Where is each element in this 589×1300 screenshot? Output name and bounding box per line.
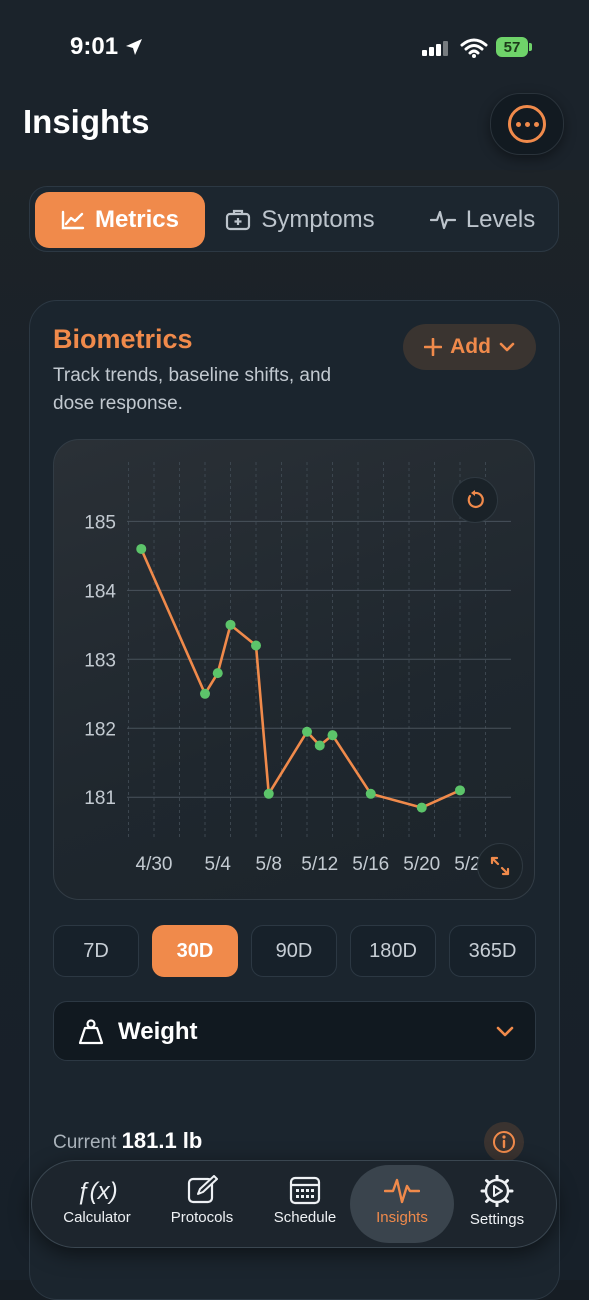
data-point: [263, 788, 274, 799]
range-label: 180D: [369, 939, 417, 962]
edit-icon: [187, 1175, 218, 1204]
tab-settings-label: Settings: [469, 1211, 525, 1228]
tab-levels-label: Levels: [465, 206, 536, 233]
current-value: Current 181.1 lb: [53, 1128, 202, 1154]
x-tick-label: 5/8: [256, 854, 282, 875]
wifi-icon: [460, 38, 488, 58]
plus-icon: [424, 338, 443, 356]
range-30d-button[interactable]: 30D: [152, 925, 238, 977]
gear-icon: [480, 1175, 514, 1207]
range-180d-button[interactable]: 180D: [350, 925, 436, 977]
current-label: Current: [53, 1132, 117, 1153]
scale-weight-icon: [78, 1019, 104, 1045]
card-title: Biometrics: [53, 324, 193, 354]
status-time: 9:01: [70, 33, 119, 60]
range-7d-button[interactable]: 7D: [53, 925, 139, 977]
x-tick-label: 4/30: [136, 854, 173, 875]
y-tick-label: 183: [84, 650, 116, 671]
reset-zoom-button[interactable]: [452, 477, 498, 523]
x-tick-label: 5/16: [352, 854, 389, 875]
range-365d-button[interactable]: 365D: [449, 925, 536, 977]
chart-container: 185 184 183 182 181 4/30 5/4 5/8 5/12 5/16 5/20 5/2…: [53, 439, 535, 900]
chevron-down-icon: [499, 342, 515, 352]
pulse-icon: [384, 1178, 420, 1204]
page-title: Insights: [23, 103, 150, 140]
chart-line-icon: [61, 210, 85, 230]
battery-level: 57: [503, 38, 521, 56]
data-point: [314, 740, 325, 751]
info-icon: [493, 1131, 515, 1153]
status-bar: 9:01 57: [0, 0, 589, 90]
battery-indicator: 57: [496, 37, 528, 57]
data-point: [455, 785, 465, 796]
more-icon: [508, 105, 546, 143]
tab-protocols[interactable]: Protocols: [150, 1165, 254, 1243]
tab-levels[interactable]: Levels: [405, 192, 560, 248]
data-point: [136, 543, 147, 554]
function-icon: ƒ(x): [76, 1178, 117, 1205]
add-button-label: Add: [450, 335, 491, 358]
range-label: 90D: [275, 939, 313, 962]
data-point: [225, 619, 236, 630]
tab-metrics[interactable]: Metrics: [35, 192, 205, 248]
range-label: 365D: [468, 939, 517, 962]
tab-calculator[interactable]: ƒ(x) Calculator: [45, 1165, 149, 1243]
data-point: [212, 668, 223, 679]
x-tick-label: 5/12: [301, 854, 338, 875]
data-point: [327, 730, 338, 741]
tab-insights[interactable]: Insights: [350, 1165, 454, 1243]
expand-icon: [490, 856, 510, 876]
y-tick-label: 185: [84, 512, 116, 533]
tab-symptoms[interactable]: Symptoms: [210, 192, 390, 248]
tab-schedule[interactable]: Schedule: [253, 1165, 357, 1243]
data-point: [200, 688, 210, 699]
data-point: [416, 802, 427, 813]
svg-text:ƒ(x): ƒ(x): [76, 1178, 117, 1205]
data-point: [251, 640, 261, 651]
metric-selector-value: Weight: [118, 1018, 198, 1045]
battery-tip: [529, 43, 532, 51]
insights-segmented-control: Metrics Symptoms Levels: [29, 186, 559, 252]
data-point: [365, 788, 376, 799]
more-options-button[interactable]: [490, 93, 564, 155]
reset-icon: [467, 490, 484, 509]
calendar-icon: [289, 1176, 321, 1205]
y-tick-label: 181: [84, 788, 116, 809]
add-button[interactable]: Add: [403, 324, 536, 370]
cellular-signal-icon: [422, 41, 448, 56]
current-weight: 181.1 lb: [121, 1128, 203, 1153]
tab-symptoms-label: Symptoms: [261, 206, 375, 233]
expand-chart-button[interactable]: [477, 843, 523, 889]
data-point: [302, 726, 312, 737]
range-90d-button[interactable]: 90D: [251, 925, 337, 977]
pulse-icon: [429, 210, 456, 230]
x-tick-label: 5/4: [205, 854, 232, 875]
card-subtitle: Track trends, baseline shifts, and dose …: [53, 365, 332, 414]
tab-metrics-label: Metrics: [94, 206, 180, 233]
x-tick-label: 5/20: [403, 854, 440, 875]
range-label: 30D: [176, 939, 214, 962]
weight-series-line: [140, 548, 461, 809]
chevron-down-icon: [496, 1026, 514, 1037]
metric-selector[interactable]: Weight: [53, 1001, 536, 1061]
tab-schedule-label: Schedule: [273, 1209, 337, 1226]
y-tick-label: 184: [84, 581, 116, 602]
tab-insights-label: Insights: [376, 1209, 428, 1226]
info-button[interactable]: [484, 1122, 524, 1162]
y-tick-label: 182: [84, 719, 116, 740]
tab-calculator-label: Calculator: [63, 1209, 131, 1226]
range-label: 7D: [83, 939, 109, 962]
tab-settings[interactable]: Settings: [445, 1165, 549, 1243]
medical-kit-icon: [226, 209, 251, 231]
tab-protocols-label: Protocols: [170, 1209, 234, 1226]
location-arrow-icon: [126, 39, 142, 55]
